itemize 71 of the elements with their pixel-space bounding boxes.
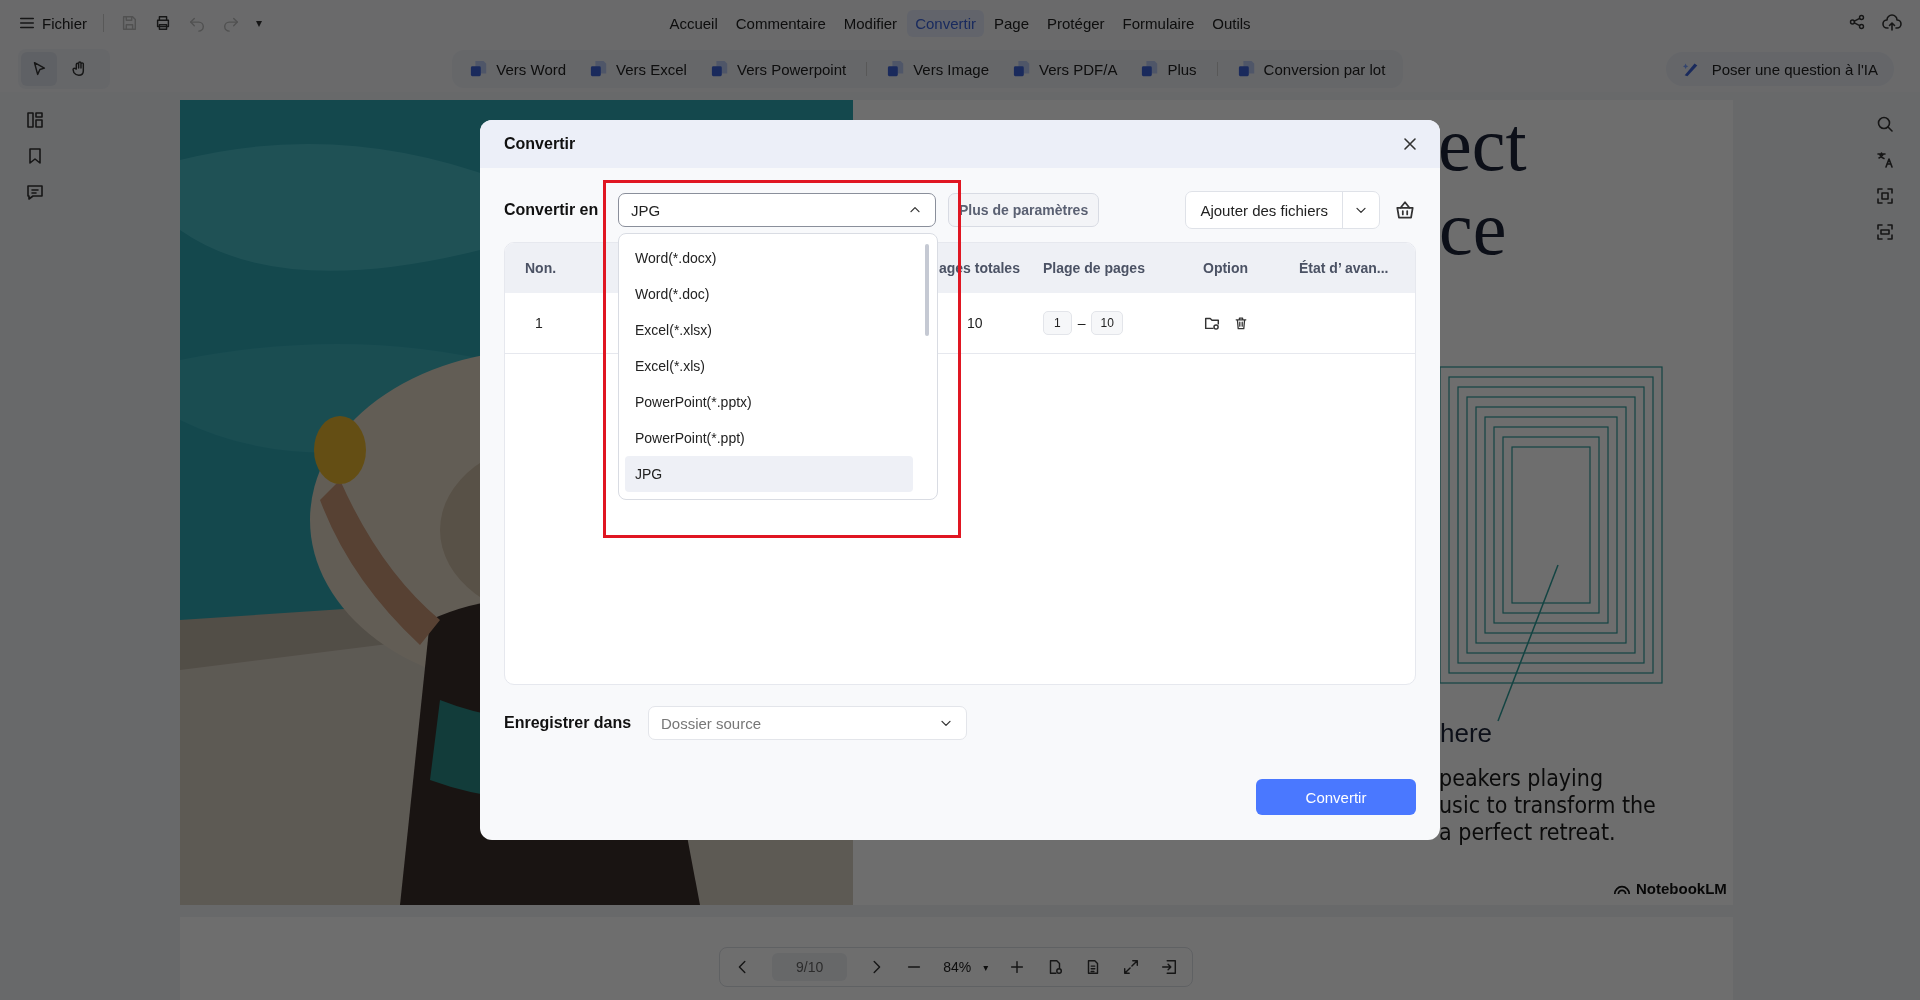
menu-tab[interactable]: Protéger xyxy=(1039,9,1113,37)
format-option[interactable]: Word(*.docx) xyxy=(625,240,913,276)
column-header: Non. xyxy=(524,260,558,276)
menu-tab[interactable]: Convertir xyxy=(907,9,984,37)
menu-tab[interactable]: Outils xyxy=(1204,9,1259,37)
menu-tab[interactable]: Formulaire xyxy=(1114,9,1203,37)
convert-toolbar-button[interactable]: Conversion par lot xyxy=(1231,52,1392,86)
convert-toolbar-button[interactable]: Vers Powerpoint xyxy=(704,52,853,86)
range-separator: – xyxy=(1077,315,1086,331)
column-header: État d’ avan... xyxy=(1299,260,1389,276)
column-header: Option xyxy=(1203,260,1250,276)
menu-tab[interactable]: Commentaire xyxy=(727,9,834,37)
format-option[interactable]: Word(*.doc) xyxy=(625,276,913,312)
convert-button[interactable]: Convertir xyxy=(1256,779,1416,815)
clear-list-icon[interactable] xyxy=(1394,199,1416,221)
column-header: Plage de pages xyxy=(1043,260,1146,276)
comment-icon[interactable] xyxy=(25,182,45,202)
convert-toolbar-button[interactable]: Vers Image xyxy=(881,52,996,86)
convert-toolbar-button[interactable]: Vers Word xyxy=(464,52,573,86)
zoom-caret[interactable]: ▾ xyxy=(983,961,989,973)
fullscreen-icon[interactable] xyxy=(1122,958,1141,976)
document-convert-icon xyxy=(710,60,729,78)
search-icon[interactable] xyxy=(1875,114,1895,134)
thumbnails-icon[interactable] xyxy=(25,110,45,130)
delete-icon[interactable] xyxy=(1233,315,1249,331)
more-dropdown-caret[interactable]: ▾ xyxy=(256,16,263,30)
menu-tab[interactable]: Modifier xyxy=(835,9,906,37)
crop-icon[interactable] xyxy=(1875,186,1895,206)
zoom-level-text[interactable]: 84% xyxy=(943,959,972,975)
convert-to-label: Convertir en xyxy=(504,201,600,219)
body-text-line: peakers playing xyxy=(1439,765,1605,792)
translate-icon[interactable] xyxy=(1875,150,1895,170)
document-convert-icon xyxy=(1141,60,1160,78)
body-text-line: usic to transform the xyxy=(1439,792,1656,819)
table-cell-text: 10 xyxy=(967,315,984,331)
document-convert-icon xyxy=(1237,60,1256,78)
document-convert-icon xyxy=(470,60,489,78)
convert-toolbar-button[interactable]: Plus xyxy=(1135,52,1203,86)
save-location-select[interactable]: Dossier source xyxy=(648,706,967,740)
heading-text: ect xyxy=(1438,106,1527,182)
subheading-text: here xyxy=(1440,718,1493,749)
convert-toolbar-button[interactable]: Vers PDF/A xyxy=(1007,52,1124,86)
select-tool-button[interactable] xyxy=(21,52,57,86)
menu-tab[interactable]: Accueil xyxy=(661,9,726,37)
convert-toolbar-button[interactable]: Vers Excel xyxy=(584,52,693,86)
file-menu-button[interactable]: Fichier xyxy=(18,14,87,32)
document-convert-icon xyxy=(887,60,906,78)
format-option[interactable]: JPG xyxy=(625,456,913,492)
body-text-line: a perfect retreat. xyxy=(1439,819,1617,846)
share-icon[interactable] xyxy=(1848,13,1866,31)
format-option[interactable]: Excel(*.xls) xyxy=(625,348,913,384)
scrollbar-thumb[interactable] xyxy=(925,244,929,336)
format-select[interactable]: JPG xyxy=(618,193,936,227)
page-number-field[interactable]: 9/10 xyxy=(772,953,848,981)
print-icon[interactable] xyxy=(154,14,172,32)
format-option[interactable]: PowerPoint(*.ppt) xyxy=(625,420,913,456)
document-convert-icon xyxy=(1013,60,1032,78)
dialog-title: Convertir xyxy=(504,135,576,153)
ask-ai-button[interactable]: Poser une question à l'IA xyxy=(1665,52,1894,86)
document-convert-icon xyxy=(590,60,609,78)
save-location-label: Enregistrer dans xyxy=(504,714,633,732)
menu-tab[interactable]: Page xyxy=(986,9,1038,37)
cloud-upload-icon[interactable] xyxy=(1882,13,1902,33)
exit-icon[interactable] xyxy=(1160,958,1179,976)
format-option[interactable]: Excel(*.xlsx) xyxy=(625,312,913,348)
heading-text: ce xyxy=(1439,190,1507,266)
page-from-field[interactable]: 1 xyxy=(1043,311,1072,335)
screen-capture-icon[interactable] xyxy=(1875,222,1895,242)
format-option[interactable]: PowerPoint(*.pptx) xyxy=(625,384,913,420)
brand-name: NotebookLM xyxy=(1636,880,1727,897)
page-to-field[interactable]: 10 xyxy=(1091,311,1123,335)
